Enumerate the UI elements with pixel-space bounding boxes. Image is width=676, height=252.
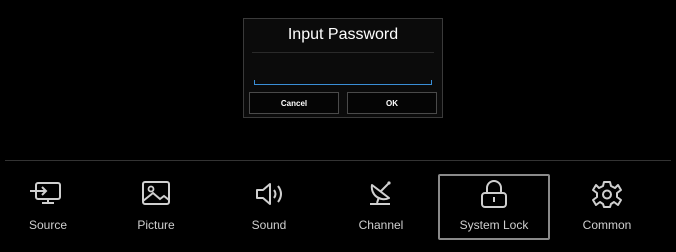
menu-item-sound[interactable]: Sound	[213, 174, 325, 238]
menu-item-channel[interactable]: Channel	[325, 174, 437, 238]
menu-label-channel: Channel	[358, 218, 404, 232]
menu-label-common: Common	[582, 218, 632, 232]
picture-icon	[142, 181, 170, 205]
gear-icon	[592, 181, 622, 208]
menu-label-system-lock: System Lock	[459, 218, 529, 232]
cancel-button[interactable]: Cancel	[249, 92, 339, 114]
menu-label-sound: Sound	[251, 218, 287, 232]
lock-icon	[481, 180, 507, 208]
menu-item-system-lock[interactable]: System Lock	[438, 174, 550, 240]
dialog-title: Input Password	[287, 26, 399, 43]
dialog-divider	[252, 52, 434, 53]
password-input[interactable]	[254, 71, 432, 85]
menu-label-picture: Picture	[137, 218, 175, 232]
ok-button[interactable]: OK	[347, 92, 437, 114]
settings-menu-bar: Source Picture Sound Channel System Lock…	[0, 161, 676, 252]
menu-item-picture[interactable]: Picture	[100, 174, 212, 238]
sound-icon	[256, 183, 282, 205]
input-left-tick	[254, 80, 255, 85]
password-input-underline	[254, 84, 432, 85]
channel-icon	[370, 181, 391, 205]
menu-label-source: Source	[28, 218, 68, 232]
source-icon	[30, 182, 61, 204]
password-dialog: Input Password Cancel OK	[243, 18, 443, 118]
menu-item-source[interactable]: Source	[0, 174, 104, 238]
input-right-tick	[431, 80, 432, 85]
menu-item-common[interactable]: Common	[551, 174, 663, 238]
